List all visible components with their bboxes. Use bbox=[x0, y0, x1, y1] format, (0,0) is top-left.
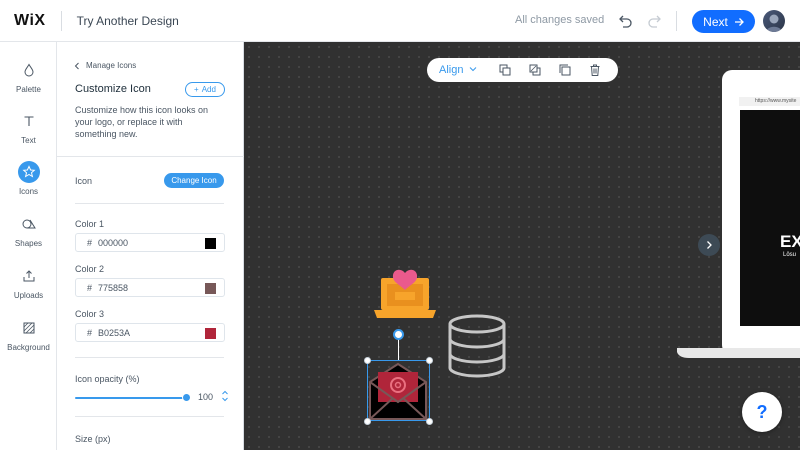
page-title: Try Another Design bbox=[76, 13, 179, 28]
design-canvas[interactable]: Align https://www.mysite EX Lösu ? bbox=[244, 42, 800, 450]
top-bar: WiX Try Another Design bbox=[0, 0, 800, 42]
help-button[interactable]: ? bbox=[742, 392, 782, 432]
shapes-icon bbox=[18, 213, 40, 235]
send-backward-icon[interactable] bbox=[528, 63, 542, 77]
resize-handle-bottom-right[interactable] bbox=[426, 418, 433, 425]
bring-forward-icon[interactable] bbox=[498, 63, 512, 77]
opacity-slider-handle[interactable] bbox=[182, 393, 191, 402]
tool-label: Text bbox=[21, 136, 36, 145]
divider bbox=[75, 203, 224, 204]
customize-icon-panel: Manage Icons Customize Icon + Add Custom… bbox=[57, 42, 244, 450]
save-status: All changes saved bbox=[515, 14, 605, 26]
opacity-value[interactable]: 100 bbox=[198, 392, 213, 402]
add-label: Add bbox=[201, 85, 216, 94]
element-toolbar: Align bbox=[427, 58, 618, 82]
tool-background[interactable]: Background bbox=[0, 317, 57, 352]
tool-palette[interactable]: Palette bbox=[0, 59, 57, 94]
color-2-swatch[interactable] bbox=[205, 283, 216, 294]
laptop-preview[interactable] bbox=[677, 70, 800, 360]
resize-handle-bottom-left[interactable] bbox=[364, 418, 371, 425]
tool-icons[interactable]: Icons bbox=[0, 161, 57, 196]
text-icon bbox=[18, 110, 40, 132]
trash-icon[interactable] bbox=[588, 63, 602, 77]
divider bbox=[60, 10, 62, 31]
divider bbox=[75, 357, 224, 358]
star-icon bbox=[17, 161, 40, 183]
panel-description: Customize how this icon looks on your lo… bbox=[75, 105, 209, 139]
tool-label: Palette bbox=[16, 85, 41, 94]
tool-text[interactable]: Text bbox=[0, 110, 57, 145]
color-2-field[interactable]: # 775858 bbox=[75, 278, 225, 297]
divider bbox=[57, 156, 244, 157]
selection-box bbox=[367, 360, 430, 421]
hash-symbol: # bbox=[87, 282, 93, 293]
resize-handle-top-left[interactable] bbox=[364, 357, 371, 364]
undo-icon[interactable] bbox=[616, 12, 634, 30]
tool-label: Icons bbox=[18, 187, 39, 196]
chevron-left-icon bbox=[74, 62, 79, 69]
next-preview-button[interactable] bbox=[698, 234, 720, 256]
hash-symbol: # bbox=[87, 237, 93, 248]
upload-icon bbox=[18, 265, 40, 287]
rotate-handle[interactable] bbox=[393, 329, 404, 340]
preview-logo-text: EX bbox=[780, 232, 800, 251]
add-icon-button[interactable]: + Add bbox=[185, 82, 225, 97]
color-1-label: Color 1 bbox=[75, 219, 105, 229]
tool-strip: Palette Text Icons Shapes Uploads Backgr… bbox=[0, 42, 57, 450]
tool-shapes[interactable]: Shapes bbox=[0, 213, 57, 248]
next-label: Next bbox=[703, 14, 728, 29]
panel-title: Customize Icon bbox=[75, 83, 151, 95]
align-dropdown[interactable]: Align bbox=[439, 64, 463, 76]
resize-handle-top-right[interactable] bbox=[426, 357, 433, 364]
change-icon-button[interactable]: Change Icon bbox=[164, 173, 224, 188]
color-2-value: 775858 bbox=[98, 282, 129, 293]
size-label: Size (px) bbox=[75, 434, 111, 444]
color-3-field[interactable]: # B0253A bbox=[75, 323, 225, 342]
hash-symbol: # bbox=[87, 327, 93, 338]
tool-uploads[interactable]: Uploads bbox=[0, 265, 57, 300]
plus-icon: + bbox=[194, 85, 199, 94]
color-3-value: B0253A bbox=[98, 327, 131, 338]
breadcrumb[interactable]: Manage Icons bbox=[74, 61, 136, 70]
next-button[interactable]: Next bbox=[692, 10, 755, 33]
rotate-connector bbox=[398, 337, 399, 360]
color-3-label: Color 3 bbox=[75, 309, 105, 319]
divider bbox=[676, 11, 677, 31]
divider bbox=[75, 416, 224, 417]
preview-url: https://www.mysite bbox=[755, 98, 797, 104]
color-3-swatch[interactable] bbox=[205, 328, 216, 339]
laptop-heart-icon[interactable] bbox=[373, 264, 437, 320]
arrow-right-icon bbox=[734, 17, 744, 26]
chevron-down-icon[interactable] bbox=[468, 64, 478, 74]
chevron-right-icon bbox=[707, 241, 712, 249]
avatar[interactable] bbox=[763, 10, 785, 32]
redo-icon[interactable] bbox=[646, 12, 664, 30]
color-1-field[interactable]: # 000000 bbox=[75, 233, 225, 252]
opacity-label: Icon opacity (%) bbox=[75, 374, 140, 384]
preview-subtext: Lösu bbox=[783, 252, 797, 258]
opacity-stepper[interactable] bbox=[221, 389, 229, 403]
opacity-slider-track[interactable] bbox=[75, 397, 187, 399]
wix-logo[interactable]: WiX bbox=[14, 12, 46, 30]
tool-label: Background bbox=[7, 343, 50, 352]
duplicate-icon[interactable] bbox=[558, 63, 572, 77]
breadcrumb-label: Manage Icons bbox=[86, 61, 137, 70]
palette-icon bbox=[18, 59, 40, 81]
color-2-label: Color 2 bbox=[75, 264, 105, 274]
tool-label: Shapes bbox=[14, 239, 43, 248]
database-icon[interactable] bbox=[446, 313, 508, 379]
background-icon bbox=[18, 317, 40, 339]
color-1-value: 000000 bbox=[98, 237, 129, 248]
user-avatar-icon bbox=[766, 14, 782, 32]
tool-label: Uploads bbox=[13, 291, 44, 300]
icon-label: Icon bbox=[75, 176, 93, 186]
color-1-swatch[interactable] bbox=[205, 238, 216, 249]
